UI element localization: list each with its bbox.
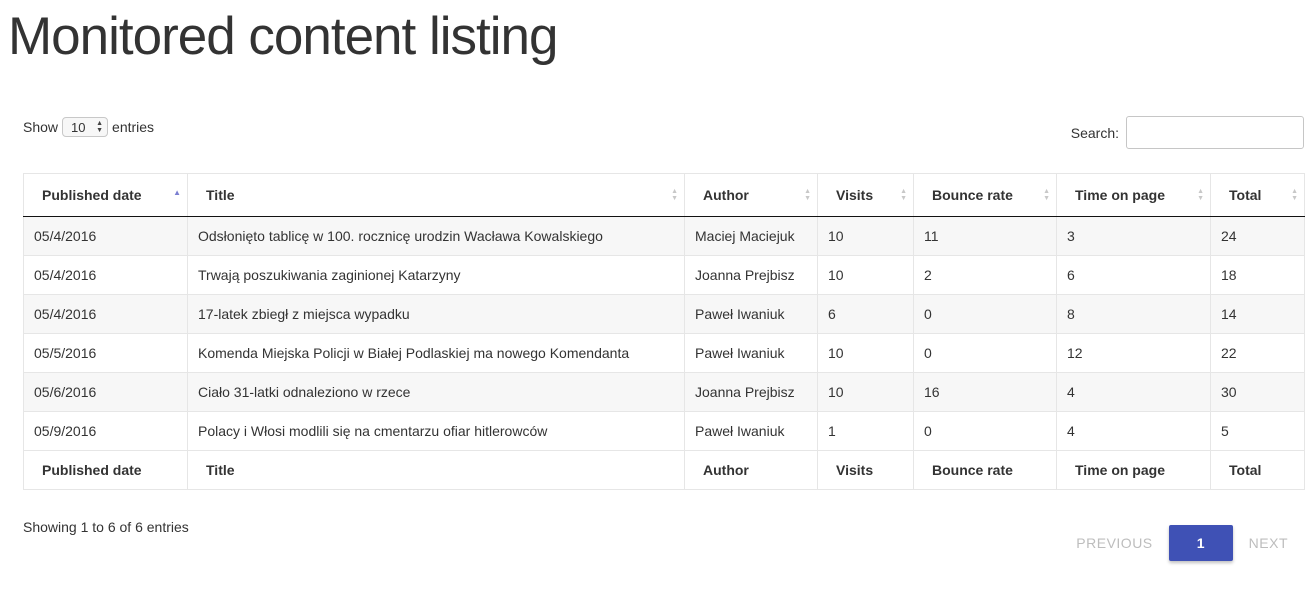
column-header-total[interactable]: Total ▲ ▼ xyxy=(1210,173,1305,217)
cell-time-on-page: 12 xyxy=(1056,333,1211,373)
previous-page-button[interactable]: PREVIOUS xyxy=(1060,535,1168,551)
cell-total: 24 xyxy=(1210,216,1305,256)
next-page-button[interactable]: NEXT xyxy=(1233,535,1304,551)
sort-ascending-icon: ▲ xyxy=(173,188,181,197)
cell-author: Paweł Iwaniuk xyxy=(684,333,818,373)
cell-author: Joanna Prejbisz xyxy=(684,372,818,412)
cell-title: Komenda Miejska Policji w Białej Podlask… xyxy=(187,333,685,373)
table-row: 05/4/2016 17-latek zbiegł z miejsca wypa… xyxy=(23,294,1305,334)
cell-visits: 10 xyxy=(817,333,914,373)
column-header-published-date[interactable]: Published date ▲ xyxy=(23,173,188,217)
cell-bounce-rate: 0 xyxy=(913,333,1057,373)
footer-visits: Visits xyxy=(817,450,914,490)
cell-published-date: 05/4/2016 xyxy=(23,216,188,256)
cell-bounce-rate: 11 xyxy=(913,216,1057,256)
table-row: 05/9/2016 Polacy i Włosi modlili się na … xyxy=(23,411,1305,451)
cell-published-date: 05/9/2016 xyxy=(23,411,188,451)
cell-published-date: 05/6/2016 xyxy=(23,372,188,412)
sort-icon: ▲ ▼ xyxy=(1291,188,1298,202)
cell-visits: 6 xyxy=(817,294,914,334)
table-footer: Published date Title Author Visits Bounc… xyxy=(23,450,1305,490)
sort-icon: ▲ ▼ xyxy=(1043,188,1050,202)
table-row: 05/6/2016 Ciało 31-latki odnaleziono w r… xyxy=(23,372,1305,412)
search-control: Search: xyxy=(1071,116,1304,149)
footer-time-on-page: Time on page xyxy=(1056,450,1211,490)
cell-visits: 10 xyxy=(817,372,914,412)
select-updown-icon: ▲ ▼ xyxy=(96,120,104,134)
length-prefix-label: Show xyxy=(23,119,59,135)
cell-total: 22 xyxy=(1210,333,1305,373)
cell-total: 5 xyxy=(1210,411,1305,451)
length-suffix-label: entries xyxy=(112,119,155,135)
column-header-visits[interactable]: Visits ▲ ▼ xyxy=(817,173,914,217)
column-header-time-on-page[interactable]: Time on page ▲ ▼ xyxy=(1056,173,1211,217)
footer-bounce-rate: Bounce rate xyxy=(913,450,1057,490)
cell-bounce-rate: 2 xyxy=(913,255,1057,295)
cell-title: Ciało 31-latki odnaleziono w rzece xyxy=(187,372,685,412)
sort-icon: ▲ ▼ xyxy=(900,188,907,202)
page-1-button[interactable]: 1 xyxy=(1168,525,1233,561)
cell-time-on-page: 6 xyxy=(1056,255,1211,295)
cell-author: Paweł Iwaniuk xyxy=(684,411,818,451)
table-row: 05/4/2016 Trwają poszukiwania zaginionej… xyxy=(23,255,1305,295)
cell-total: 14 xyxy=(1210,294,1305,334)
cell-author: Joanna Prejbisz xyxy=(684,255,818,295)
cell-title: 17-latek zbiegł z miejsca wypadku xyxy=(187,294,685,334)
cell-visits: 1 xyxy=(817,411,914,451)
header-row: Published date ▲ Title ▲ ▼ Author ▲ ▼ Visi… xyxy=(23,173,1305,217)
cell-bounce-rate: 0 xyxy=(913,411,1057,451)
column-header-bounce-rate[interactable]: Bounce rate ▲ ▼ xyxy=(913,173,1057,217)
cell-published-date: 05/5/2016 xyxy=(23,333,188,373)
footer-row: Published date Title Author Visits Bounc… xyxy=(23,450,1305,490)
search-label: Search: xyxy=(1070,124,1119,141)
search-input[interactable] xyxy=(1126,116,1304,149)
table-info: Showing 1 to 6 of 6 entries xyxy=(23,519,189,535)
cell-author: Maciej Maciejuk xyxy=(684,216,818,256)
cell-visits: 10 xyxy=(817,255,914,295)
entries-per-page-value: 10 xyxy=(71,119,86,135)
pagination: PREVIOUS 1 NEXT xyxy=(1060,525,1304,561)
column-header-author[interactable]: Author ▲ ▼ xyxy=(684,173,818,217)
cell-published-date: 05/4/2016 xyxy=(23,294,188,334)
footer-published-date: Published date xyxy=(23,450,188,490)
sort-icon: ▲ ▼ xyxy=(1197,188,1204,202)
page-title: Monitored content listing xyxy=(8,7,558,66)
table-row: 05/4/2016 Odsłonięto tablicę w 100. rocz… xyxy=(23,216,1305,256)
cell-author: Paweł Iwaniuk xyxy=(684,294,818,334)
cell-time-on-page: 4 xyxy=(1056,372,1211,412)
cell-total: 18 xyxy=(1210,255,1305,295)
cell-published-date: 05/4/2016 xyxy=(23,255,188,295)
entries-per-page-select[interactable]: 10 ▲ ▼ xyxy=(62,117,109,137)
footer-author: Author xyxy=(684,450,818,490)
footer-total: Total xyxy=(1210,450,1305,490)
entries-length-control: Show 10 ▲ ▼ entries xyxy=(23,117,154,137)
table-body: 05/4/2016 Odsłonięto tablicę w 100. rocz… xyxy=(23,216,1305,451)
cell-time-on-page: 8 xyxy=(1056,294,1211,334)
footer-title: Title xyxy=(187,450,685,490)
cell-time-on-page: 4 xyxy=(1056,411,1211,451)
cell-title: Odsłonięto tablicę w 100. rocznicę urodz… xyxy=(187,216,685,256)
sort-icon: ▲ ▼ xyxy=(671,188,678,202)
sort-icon: ▲ ▼ xyxy=(804,188,811,202)
content-table: Published date ▲ Title ▲ ▼ Author ▲ ▼ Visi… xyxy=(23,173,1305,490)
table-row: 05/5/2016 Komenda Miejska Policji w Biał… xyxy=(23,333,1305,373)
cell-time-on-page: 3 xyxy=(1056,216,1211,256)
cell-total: 30 xyxy=(1210,372,1305,412)
table-header: Published date ▲ Title ▲ ▼ Author ▲ ▼ Visi… xyxy=(23,173,1305,217)
column-header-title[interactable]: Title ▲ ▼ xyxy=(187,173,685,217)
cell-bounce-rate: 0 xyxy=(913,294,1057,334)
cell-visits: 10 xyxy=(817,216,914,256)
cell-title: Polacy i Włosi modlili się na cmentarzu … xyxy=(187,411,685,451)
cell-bounce-rate: 16 xyxy=(913,372,1057,412)
cell-title: Trwają poszukiwania zaginionej Katarzyny xyxy=(187,255,685,295)
